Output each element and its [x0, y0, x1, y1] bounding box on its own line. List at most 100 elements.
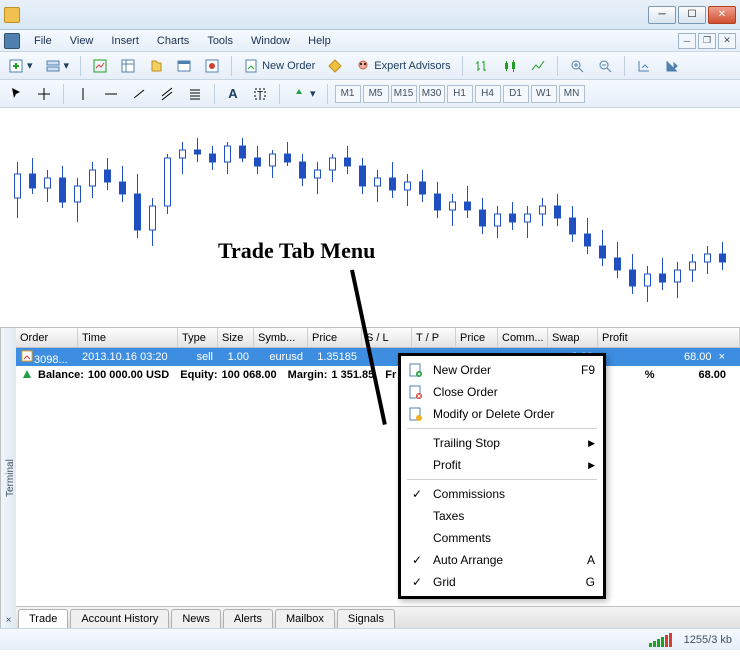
strategy-tester-button[interactable]: [200, 55, 224, 77]
trade-row[interactable]: 3098... 2013.10.16 03:20 sell 1.00 eurus…: [16, 348, 740, 366]
ctx-grid[interactable]: ✓ Grid G: [401, 571, 603, 593]
timeframe-d1[interactable]: D1: [503, 85, 529, 103]
col-order[interactable]: Order: [16, 328, 78, 347]
connection-label: 1255/3 kb: [684, 634, 732, 646]
chart-shift-button[interactable]: [660, 55, 684, 77]
terminal-button[interactable]: [172, 55, 196, 77]
bar-chart-button[interactable]: [470, 55, 494, 77]
navigator-button[interactable]: [144, 55, 168, 77]
annotation-label: Trade Tab Menu: [218, 238, 375, 264]
mdi-close-button[interactable]: ✕: [718, 33, 736, 49]
plus-chart-icon: [8, 58, 24, 74]
ctx-taxes[interactable]: Taxes: [401, 505, 603, 527]
zoom-in-button[interactable]: [565, 55, 589, 77]
menu-file[interactable]: File: [26, 33, 60, 49]
col-price2[interactable]: Price: [456, 328, 498, 347]
grid-header: Order Time Type Size Symb... Price S / L…: [16, 328, 740, 348]
timeframe-m5[interactable]: M5: [363, 85, 389, 103]
menu-charts[interactable]: Charts: [149, 33, 197, 49]
maximize-button[interactable]: ☐: [678, 6, 706, 24]
mdi-restore-button[interactable]: ❐: [698, 33, 716, 49]
trendline-button[interactable]: [127, 83, 151, 105]
menu-view[interactable]: View: [62, 33, 102, 49]
col-symbol[interactable]: Symb...: [254, 328, 308, 347]
mdi-minimize-button[interactable]: ─: [678, 33, 696, 49]
ctx-comments[interactable]: Comments: [401, 527, 603, 549]
menu-help[interactable]: Help: [300, 33, 339, 49]
diamond-icon: [327, 58, 343, 74]
ctx-auto-arrange[interactable]: ✓ Auto Arrange A: [401, 549, 603, 571]
ctx-profit[interactable]: Profit ▶: [401, 454, 603, 476]
ctx-modify-order[interactable]: Modify or Delete Order: [401, 403, 603, 425]
timeframe-mn[interactable]: MN: [559, 85, 585, 103]
fibo-button[interactable]: [183, 83, 207, 105]
tab-news[interactable]: News: [171, 609, 221, 628]
minimize-button[interactable]: ─: [648, 6, 676, 24]
tab-trade[interactable]: Trade: [18, 609, 68, 628]
label-button[interactable]: T: [248, 83, 272, 105]
col-size[interactable]: Size: [218, 328, 254, 347]
close-button[interactable]: ✕: [708, 6, 736, 24]
submenu-arrow-icon: ▶: [588, 438, 595, 449]
timeframe-m15[interactable]: M15: [391, 85, 417, 103]
close-trade-icon[interactable]: ×: [719, 351, 725, 363]
menu-window[interactable]: Window: [243, 33, 298, 49]
timeframe-m1[interactable]: M1: [335, 85, 361, 103]
col-swap[interactable]: Swap: [548, 328, 598, 347]
menu-insert[interactable]: Insert: [103, 33, 147, 49]
zoom-out-button[interactable]: [593, 55, 617, 77]
tab-account-history[interactable]: Account History: [70, 609, 169, 628]
shift-icon: [664, 58, 680, 74]
tab-signals[interactable]: Signals: [337, 609, 395, 628]
cursor-icon: [8, 86, 24, 102]
col-profit[interactable]: Profit: [598, 328, 740, 347]
timeframe-h4[interactable]: H4: [475, 85, 501, 103]
timeframe-w1[interactable]: W1: [531, 85, 557, 103]
new-order-button[interactable]: New Order: [239, 55, 319, 77]
ctx-close-order[interactable]: Close Order: [401, 381, 603, 403]
new-chart-button[interactable]: ▾: [4, 55, 37, 77]
menu-tools[interactable]: Tools: [199, 33, 241, 49]
arrows-button[interactable]: ▾: [287, 83, 320, 105]
ctx-trailing-stop[interactable]: Trailing Stop ▶: [401, 432, 603, 454]
expert-icon: [355, 58, 371, 74]
candle-chart-button[interactable]: [498, 55, 522, 77]
col-time[interactable]: Time: [78, 328, 178, 347]
auto-scroll-button[interactable]: [632, 55, 656, 77]
barchart-icon: [474, 58, 490, 74]
col-comm[interactable]: Comm...: [498, 328, 548, 347]
data-window-button[interactable]: [116, 55, 140, 77]
cursor-button[interactable]: [4, 83, 28, 105]
check-icon: ✓: [407, 575, 427, 589]
metaeditor-button[interactable]: [323, 55, 347, 77]
timeframe-m30[interactable]: M30: [419, 85, 445, 103]
balance-row: Balance: 100 000.00 USD Equity: 100 068.…: [16, 366, 740, 384]
expert-advisors-button[interactable]: Expert Advisors: [351, 55, 454, 77]
candle-icon: [502, 58, 518, 74]
ctx-commissions[interactable]: ✓ Commissions: [401, 483, 603, 505]
profiles-button[interactable]: ▾: [41, 55, 74, 77]
chart-area[interactable]: Trade Tab Menu: [0, 108, 740, 328]
vline-button[interactable]: [71, 83, 95, 105]
col-type[interactable]: Type: [178, 328, 218, 347]
svg-text:T: T: [257, 90, 263, 101]
toolbar-main: ▾ ▾ New Order Expert Advisors: [0, 52, 740, 80]
line-chart-button[interactable]: [526, 55, 550, 77]
tab-alerts[interactable]: Alerts: [223, 609, 273, 628]
market-watch-button[interactable]: [88, 55, 112, 77]
terminal-panel: × Terminal Order Time Type Size Symb... …: [0, 328, 740, 628]
terminal-close-button[interactable]: ×: [3, 615, 14, 626]
col-price[interactable]: Price: [308, 328, 362, 347]
check-icon: ✓: [407, 553, 427, 567]
ctx-new-order[interactable]: New Order F9: [401, 359, 603, 381]
hline-button[interactable]: [99, 83, 123, 105]
tab-mailbox[interactable]: Mailbox: [275, 609, 335, 628]
terminal-side-label: × Terminal: [0, 328, 16, 628]
timeframe-h1[interactable]: H1: [447, 85, 473, 103]
trade-context-menu: New Order F9 Close Order Modify or Delet…: [398, 353, 606, 599]
text-button[interactable]: A: [222, 83, 244, 105]
channel-button[interactable]: [155, 83, 179, 105]
col-tp[interactable]: T / P: [412, 328, 456, 347]
fibo-icon: [187, 86, 203, 102]
crosshair-button[interactable]: [32, 83, 56, 105]
